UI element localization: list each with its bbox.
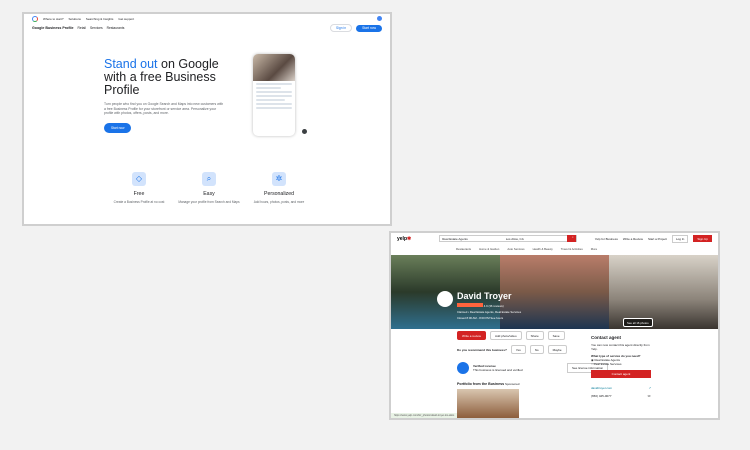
save-button[interactable]: Save <box>547 331 565 340</box>
top-link[interactable]: Searching & Insights <box>86 17 114 21</box>
hours: Closed 8:00 AM - 8:00 PM See hours <box>457 316 504 320</box>
review-count[interactable]: 4.9 (36 reviews) <box>484 304 504 308</box>
top-link[interactable]: Where to start? <box>43 17 64 21</box>
search-edit-icon: ⌕ <box>202 172 216 186</box>
main-content: Write a review Add photo/video Share Sav… <box>457 331 609 418</box>
top-link[interactable]: Solutions <box>69 17 81 21</box>
feature-title: Personalized <box>264 191 294 197</box>
contact-agent-button[interactable]: Contact agent <box>591 370 651 378</box>
contact-desc: You can now contact this agent directly … <box>591 343 650 351</box>
search-what-input[interactable]: Real Estate Agents <box>440 237 504 241</box>
recommend-no[interactable]: No <box>529 345 544 354</box>
recommend-maybe[interactable]: Maybe <box>547 345 567 354</box>
yelp-business-screenshot: yelp✱ Real Estate Agents Los Altos, CA ⌕… <box>389 231 720 420</box>
start-now-cta[interactable]: Start now <box>104 122 132 133</box>
business-name: David Troyer <box>457 291 512 301</box>
website-link[interactable]: davidtroyer.com <box>591 386 612 390</box>
see-all-photos-button[interactable]: See all 16 photos <box>623 318 653 327</box>
category[interactable]: Travel & Activities <box>561 247 583 251</box>
log-in-button[interactable]: Log In <box>671 234 689 243</box>
sponsored-label: Sponsored <box>504 382 520 386</box>
tag-icon: ◇ <box>132 172 146 186</box>
avatar[interactable] <box>377 16 382 21</box>
business-info: David Troyer 4.9 (36 reviews) Claimed • … <box>457 291 521 320</box>
top-link[interactable]: Get support <box>118 17 134 21</box>
hero-description: Turn people who find you on Google Searc… <box>104 102 224 116</box>
nav-link[interactable]: Services <box>90 26 103 30</box>
google-business-profile-screenshot: Where to start? Solutions Searching & In… <box>22 12 392 226</box>
yelp-header: yelp✱ Real Estate Agents Los Altos, CA ⌕… <box>391 233 718 244</box>
yelp-logo[interactable]: yelp✱ <box>397 236 411 242</box>
write-review-button[interactable]: Write a review <box>457 331 486 340</box>
search-icon[interactable]: ⌕ <box>567 235 577 242</box>
claimed-categories: Claimed • Real Estate Agents, Real Estat… <box>457 310 522 314</box>
external-link-icon: ↗ <box>648 386 651 390</box>
search-bar[interactable]: Real Estate Agents Los Altos, CA ⌕ <box>439 235 578 242</box>
verified-icon <box>457 362 469 374</box>
feature-desc: Add hours, photos, posts, and more <box>253 200 305 204</box>
verified-desc: This business is licensed and verified <box>473 368 523 372</box>
phone-mockup <box>253 54 295 136</box>
contact-agent-panel: Contact agent You can now contact this a… <box>591 331 651 398</box>
star-rating-icon <box>457 303 483 307</box>
nav-link[interactable]: Yelp for Business <box>595 237 618 241</box>
start-now-button[interactable]: Start now <box>356 24 382 32</box>
nav-link[interactable]: Retail <box>78 26 86 30</box>
add-photo-button[interactable]: Add photo/video <box>489 331 522 340</box>
portfolio-image[interactable] <box>457 389 519 418</box>
nav-link[interactable]: Write a Review <box>623 237 643 241</box>
recommend-yes[interactable]: Yes <box>510 345 526 354</box>
status-bar-url: https://www.yelp.com/biz_photos/david-tr… <box>391 413 458 418</box>
sign-in-button[interactable]: Sign in <box>329 24 353 32</box>
portfolio-heading: Portfolio from the Business <box>457 382 505 386</box>
brand[interactable]: Google Business Profile <box>32 26 74 30</box>
nav-link[interactable]: Restaurants <box>107 26 125 30</box>
settings-icon: ✲ <box>272 172 286 186</box>
settings-icon[interactable] <box>302 129 307 134</box>
nav-link[interactable]: Start a Project <box>648 237 667 241</box>
feature-personalized: ✲ Personalized Add hours, photos, posts,… <box>234 172 324 204</box>
recommend-question: Do you recommend this business? <box>457 347 507 352</box>
category[interactable]: Home & Garden <box>479 247 499 251</box>
google-logo-icon <box>32 15 38 22</box>
radio-option[interactable]: ○ Real Estate Services <box>591 362 651 366</box>
share-button[interactable]: Share <box>525 331 544 340</box>
contact-title: Contact agent <box>591 335 622 340</box>
search-where-input[interactable]: Los Altos, CA <box>504 237 568 241</box>
category[interactable]: Restaurants <box>456 247 471 251</box>
google-top-bar: Where to start? Solutions Searching & In… <box>24 14 390 23</box>
phone-icon: ☏ <box>647 394 651 398</box>
sign-up-button[interactable]: Sign Up <box>693 235 712 242</box>
phone-number: (650) 425-0077 <box>591 394 612 398</box>
category[interactable]: Auto Services <box>507 247 524 251</box>
category[interactable]: More <box>591 247 597 251</box>
category[interactable]: Health & Beauty <box>533 247 553 251</box>
category-nav: Restaurants Home & Garden Auto Services … <box>391 244 718 254</box>
hero: Stand out on Google with a free Business… <box>104 58 224 134</box>
business-avatar <box>437 291 453 307</box>
product-nav: Google Business Profile Retail Services … <box>24 23 390 33</box>
page-title: Stand out on Google with a free Business… <box>104 57 219 97</box>
